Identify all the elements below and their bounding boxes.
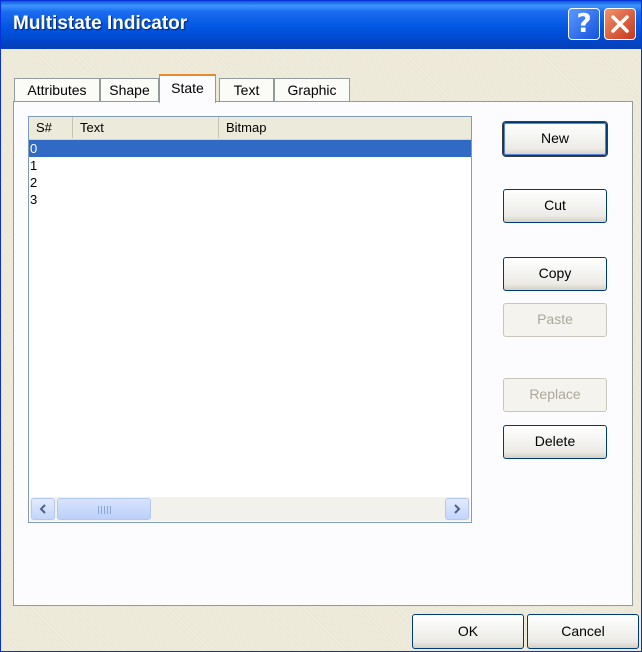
dialog-body: Attributes Shape State Text Graphic S# T… bbox=[1, 49, 641, 651]
ok-button[interactable]: OK bbox=[412, 614, 524, 649]
tab-attributes[interactable]: Attributes bbox=[14, 78, 100, 102]
list-item[interactable]: 0 bbox=[29, 140, 471, 157]
scroll-thumb[interactable] bbox=[57, 498, 151, 520]
paste-button[interactable]: Paste bbox=[503, 303, 607, 337]
state-number: 3 bbox=[30, 192, 38, 207]
tab-state[interactable]: State bbox=[159, 74, 216, 103]
tab-graphic[interactable]: Graphic bbox=[274, 78, 350, 102]
list-item[interactable]: 3 bbox=[29, 191, 471, 208]
help-button[interactable]: ? bbox=[568, 8, 600, 40]
list-item[interactable]: 1 bbox=[29, 157, 471, 174]
column-header-text[interactable]: Text bbox=[73, 117, 219, 138]
list-item[interactable]: 2 bbox=[29, 174, 471, 191]
arrow-right-icon bbox=[454, 504, 461, 514]
arrow-left-icon bbox=[39, 504, 46, 514]
delete-button[interactable]: Delete bbox=[503, 425, 607, 459]
scroll-right-button[interactable] bbox=[445, 498, 469, 520]
state-list[interactable]: S# Text Bitmap 0 1 2 3 bbox=[28, 116, 472, 523]
list-header: S# Text Bitmap bbox=[29, 117, 471, 140]
state-number: 0 bbox=[30, 141, 38, 156]
state-number: 1 bbox=[30, 158, 38, 173]
state-number: 2 bbox=[30, 175, 38, 190]
copy-button[interactable]: Copy bbox=[503, 257, 607, 291]
column-header-bitmap[interactable]: Bitmap bbox=[219, 117, 471, 138]
scroll-left-button[interactable] bbox=[31, 498, 55, 520]
new-button[interactable]: New bbox=[503, 122, 607, 156]
column-header-state-number[interactable]: S# bbox=[29, 117, 73, 138]
tab-text[interactable]: Text bbox=[219, 78, 274, 102]
dialog-window: Multistate Indicator ? Attributes Shape … bbox=[0, 0, 642, 652]
replace-button[interactable]: Replace bbox=[503, 378, 607, 412]
close-button[interactable] bbox=[604, 8, 636, 40]
window-title: Multistate Indicator bbox=[13, 13, 188, 34]
close-icon bbox=[611, 15, 629, 33]
horizontal-scrollbar[interactable] bbox=[30, 497, 470, 521]
grip-icon bbox=[98, 506, 111, 514]
title-bar[interactable]: Multistate Indicator ? bbox=[1, 1, 641, 49]
cancel-button[interactable]: Cancel bbox=[527, 614, 639, 649]
tab-shape[interactable]: Shape bbox=[100, 78, 159, 102]
cut-button[interactable]: Cut bbox=[503, 189, 607, 223]
help-icon: ? bbox=[576, 9, 592, 39]
